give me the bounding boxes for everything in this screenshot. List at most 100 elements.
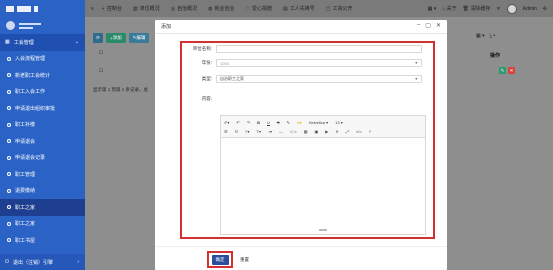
ordered-list-icon[interactable]: ☷ [235, 129, 239, 134]
document-icon: ▢ [325, 5, 331, 12]
sidebar-item[interactable]: 申请退出组织审批 [0, 100, 85, 117]
nav-dashboard[interactable]: ◐ 控制台 [101, 5, 122, 13]
add-button[interactable]: + 添加 [106, 33, 126, 43]
nav-pioneer[interactable]: ▤ 工人先锋号 [283, 5, 315, 13]
field-year: 年份: 1000 ▼ [186, 59, 422, 67]
sidebar-footer[interactable]: ⏻ 退出（注销）引擎 › [0, 254, 85, 270]
home-icon: ⌂ [442, 6, 446, 12]
table-icon[interactable]: ▦ [304, 129, 308, 134]
circle-icon [7, 56, 11, 61]
field-type: 类型: 自治职工之家 ▼ [186, 75, 422, 83]
globe-icon: ◎ [170, 5, 176, 12]
sidebar-item[interactable]: 职工补缴 [0, 117, 85, 134]
topbar-right: ▦ ▾ ⌂ 关于 🗑 清除缓存 ✕ Admin ✣ [428, 0, 547, 17]
ops-header: 操作 [490, 53, 501, 59]
settings-icon[interactable]: ✣ [543, 6, 547, 12]
sidebar-item[interactable]: 退费缴纳 [0, 183, 85, 200]
rich-text-editor: ✐▾ ↶ ↷ B U S ✎ A▾ Helvetica ▾ 13 ▾ ☰ ☷ ≡… [220, 115, 426, 235]
type-select[interactable]: 自治职工之家 ▼ [216, 75, 422, 83]
table-checkbox[interactable]: ☐ [99, 50, 103, 56]
circle-icon [7, 205, 11, 210]
maximize-icon[interactable]: ▢ [425, 22, 431, 29]
nav-wage-public[interactable]: ▢ 工资公开 [325, 5, 353, 13]
grid-icon[interactable]: ▦ ▾ [428, 6, 437, 12]
nav-clear-cache[interactable]: 🗑 清除缓存 [463, 5, 491, 12]
underline-icon[interactable]: U [267, 120, 270, 125]
delete-icon[interactable]: ✕ [508, 67, 515, 74]
confirm-button[interactable]: 确定 [211, 254, 229, 265]
briefcase-icon: ◍ [208, 5, 213, 12]
nav-about[interactable]: ⌂ 关于 [442, 5, 456, 12]
row-actions: ✎ ✕ [499, 67, 515, 74]
flag-icon: ▤ [283, 5, 288, 12]
sidebar-item[interactable]: 职工管理 [0, 166, 85, 183]
link-icon[interactable]: ⊂⊃ [290, 129, 297, 134]
table-checkbox[interactable]: ☐ [99, 68, 103, 74]
undo-icon[interactable]: ↶ [236, 120, 239, 125]
edit-icon[interactable]: ✎ [499, 67, 506, 74]
text-style-icon[interactable]: T▾ [257, 129, 261, 134]
circle-icon [7, 155, 11, 160]
nav-employment[interactable]: ◍ 就业创业 [208, 5, 234, 13]
export-icon[interactable]: ⤓ ▾ [490, 33, 496, 39]
font-family-select[interactable]: Helvetica ▾ [309, 120, 329, 125]
font-size-select[interactable]: 13 ▾ [335, 120, 343, 125]
eraser-icon[interactable]: ✎ [287, 120, 290, 125]
minimize-icon[interactable]: – [417, 22, 420, 29]
highlight-icon[interactable]: A▾ [297, 120, 302, 125]
chevron-down-icon: ⌄ [74, 39, 79, 46]
dialog-controls: – ▢ ✕ [417, 22, 441, 29]
redo-icon[interactable]: ↷ [247, 120, 250, 125]
sidebar-item[interactable]: 入会流程管理 [0, 51, 85, 68]
fullscreen-icon[interactable]: ⤢ [346, 129, 349, 134]
image-icon[interactable]: ▣ [314, 129, 318, 134]
user-avatar[interactable] [506, 3, 517, 14]
dashboard-icon: ◐ [101, 5, 105, 12]
caret-down-icon: ▼ [414, 77, 418, 81]
reset-button[interactable]: 重置 [237, 255, 252, 265]
paragraph-icon[interactable]: ≡▾ [245, 129, 249, 134]
dialog-title: 添加 [161, 24, 172, 30]
sidebar-section-union[interactable]: ▦ 工会管理 ⌄ [0, 34, 85, 51]
nav-donation[interactable]: ♡ 爱心捐赠 [245, 5, 273, 13]
nav-unit-overview[interactable]: ▥ 单位概况 [133, 5, 160, 13]
close-icon[interactable]: ✕ [436, 22, 441, 29]
strikethrough-icon[interactable]: S [277, 120, 280, 125]
sidebar-item[interactable]: 职工入会工作 [0, 84, 85, 101]
magic-icon[interactable]: ✐▾ [224, 120, 229, 125]
expand-icon[interactable]: ✕ [335, 129, 338, 134]
sidebar-item[interactable]: 职工之家 [0, 216, 85, 233]
sidebar-item[interactable]: 申请退会 [0, 133, 85, 150]
hr-icon[interactable]: — [279, 129, 283, 134]
field-content: 内容: [201, 96, 212, 101]
line-height-icon[interactable]: ↕▾ [268, 129, 272, 134]
refresh-button[interactable]: ⟳ [93, 33, 103, 43]
heart-icon: ♡ [245, 5, 250, 12]
edit-button[interactable]: ✎ 编辑 [128, 33, 150, 43]
menu-icon[interactable]: ≡ [91, 6, 94, 12]
grid-icon: ▦ [5, 39, 10, 46]
top-navbar: ≡ ◐ 控制台 ▥ 单位概况 ◎ 自治概况 ◍ 就业创业 ♡ 爱心捐赠 ▤ 工人先锋号 ▢ 工… [85, 0, 553, 17]
help-icon[interactable]: ? [369, 129, 371, 134]
sidebar: ▦ 工会管理 ⌄ 入会流程管理 新老职工会统计 职工入会工作 申请退出组织审批 … [0, 0, 85, 270]
sidebar-item[interactable]: 职工书屋 [0, 232, 85, 249]
year-select[interactable]: 1000 ▼ [216, 59, 422, 67]
ok-highlight: 确定 [207, 251, 233, 268]
add-dialog: 添加 – ▢ ✕ 单位名称: 年份: 1000 ▼ 类型: 自治职工之家 ▼ 内容:… [155, 20, 447, 270]
logout-icon: ⏻ [5, 259, 9, 265]
expand-icon[interactable]: ✕ [496, 6, 500, 12]
unordered-list-icon[interactable]: ☰ [224, 129, 228, 134]
nav-autonomy-overview[interactable]: ◎ 自治概况 [170, 5, 197, 13]
editor-content-area[interactable] [221, 138, 425, 234]
user-name[interactable]: Admin [523, 6, 537, 12]
unit-name-input[interactable] [216, 45, 422, 53]
video-icon[interactable]: ▶ [325, 129, 328, 134]
sidebar-item[interactable]: 新老职工会统计 [0, 67, 85, 84]
bold-icon[interactable]: B [257, 120, 260, 125]
columns-icon[interactable]: ▦ ▾ [476, 33, 485, 39]
circle-icon [7, 188, 11, 193]
resize-handle[interactable] [319, 229, 327, 231]
sidebar-item[interactable]: 申请退会记录 [0, 150, 85, 167]
code-icon[interactable]: </> [356, 129, 362, 134]
sidebar-item-active[interactable]: 职工之家 [0, 199, 85, 216]
